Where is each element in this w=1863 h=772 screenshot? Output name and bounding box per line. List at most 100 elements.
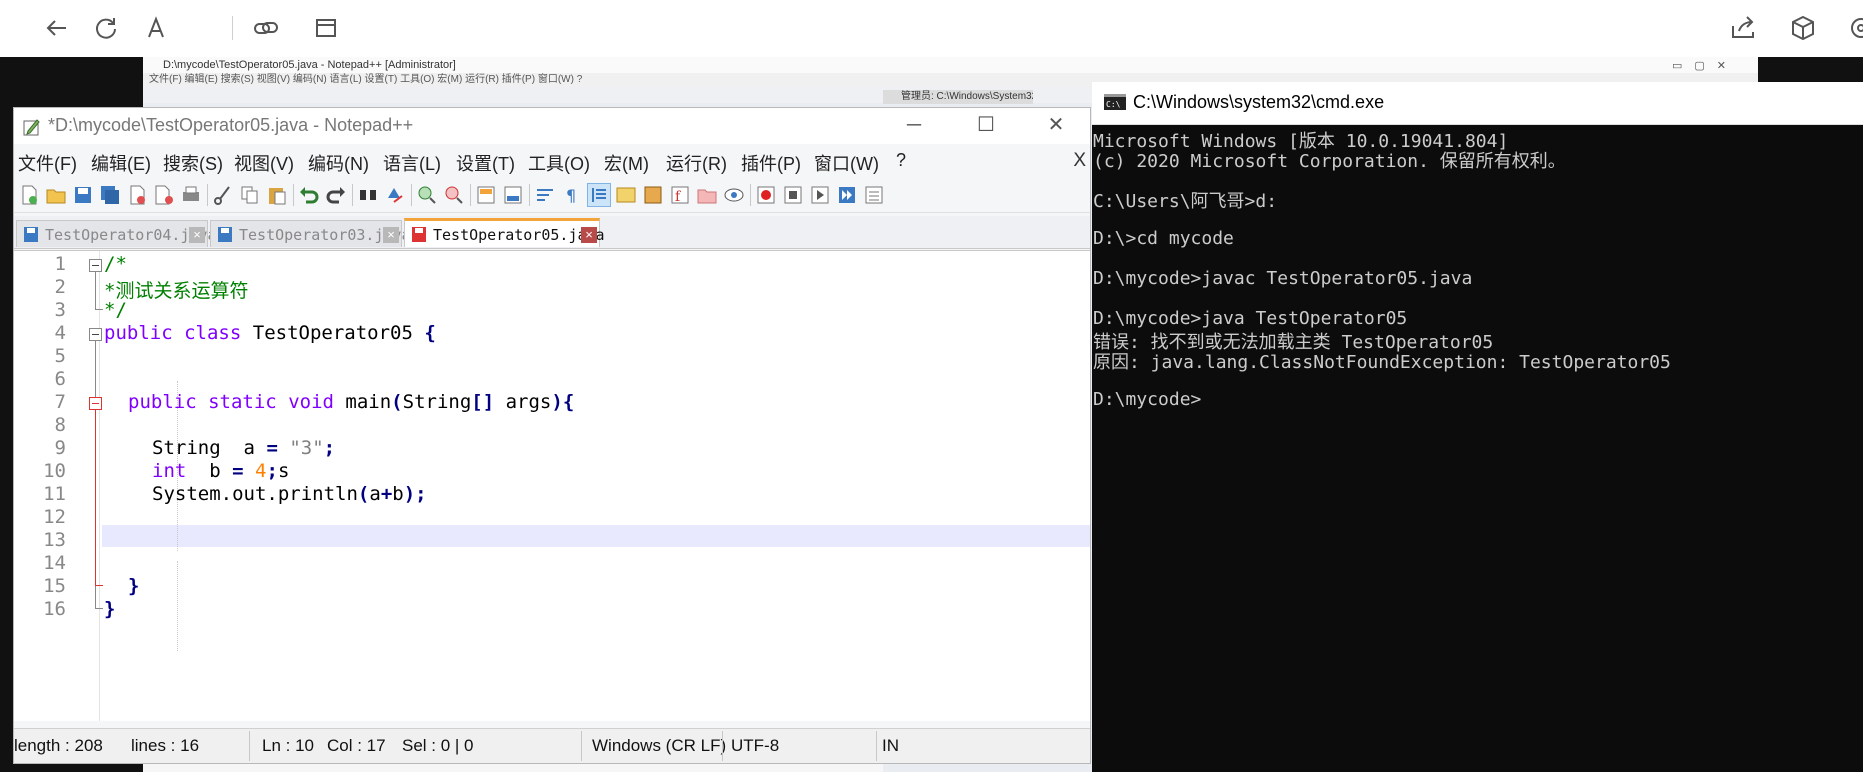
show-all-chars-icon[interactable]: ¶	[561, 184, 583, 206]
user-language-icon[interactable]	[615, 184, 637, 206]
close-file-icon[interactable]	[126, 184, 148, 206]
tab-icon[interactable]	[310, 12, 342, 44]
toolbar-divider	[232, 16, 233, 40]
line-number: 15	[43, 575, 66, 597]
menu-file[interactable]: 文件(F)	[18, 150, 77, 176]
line-number: 10	[43, 460, 66, 482]
replace-icon[interactable]	[384, 184, 406, 206]
identifier-token: a	[369, 483, 381, 505]
close-button[interactable]: ✕	[1036, 112, 1076, 138]
share-icon[interactable]	[1727, 12, 1759, 44]
close-all-icon[interactable]	[153, 184, 175, 206]
word-wrap-icon[interactable]	[534, 184, 556, 206]
status-encoding[interactable]: UTF-8	[731, 736, 779, 756]
monitoring-icon[interactable]	[723, 184, 745, 206]
save-all-icon[interactable]	[99, 184, 121, 206]
record-macro-icon[interactable]	[755, 184, 777, 206]
code-editor[interactable]: 1 2 3 4 5 6 7 8 9 10 11 12 13 14 15 16 /…	[14, 250, 1090, 721]
tab-testoperator05[interactable]: TestOperator05.java ×	[404, 218, 605, 247]
tab-close-icon[interactable]: ×	[383, 227, 399, 243]
paste-icon[interactable]	[266, 184, 288, 206]
link-icon[interactable]	[250, 12, 282, 44]
zoom-in-icon[interactable]	[416, 184, 438, 206]
fold-toggle-icon[interactable]	[89, 259, 102, 272]
fold-end	[95, 608, 103, 609]
indent-guide-icon[interactable]	[587, 183, 611, 207]
new-file-icon[interactable]	[18, 184, 40, 206]
menu-window[interactable]: 窗口(W)	[814, 150, 879, 176]
brace-token: {	[424, 322, 436, 344]
type-token: String	[152, 437, 221, 459]
menu-encoding[interactable]: 编码(N)	[308, 150, 369, 176]
run-macro-multiple-icon[interactable]	[836, 184, 858, 206]
indent-guide	[177, 561, 178, 651]
gutter-border	[99, 251, 100, 721]
back-icon[interactable]	[40, 12, 72, 44]
zoom-out-icon[interactable]	[443, 184, 465, 206]
cube-icon[interactable]	[1787, 12, 1819, 44]
stop-macro-icon[interactable]	[782, 184, 804, 206]
menu-settings[interactable]: 设置(T)	[456, 150, 515, 176]
status-eol[interactable]: Windows (CR LF)	[592, 736, 726, 756]
status-selection: Sel : 0 | 0	[402, 736, 474, 755]
tab-testoperator04[interactable]: TestOperator04.java ×	[16, 220, 217, 247]
copy-icon[interactable]	[239, 184, 261, 206]
current-line-highlight	[102, 525, 1090, 547]
play-macro-icon[interactable]	[809, 184, 831, 206]
menu-macro[interactable]: 宏(M)	[604, 150, 649, 176]
menu-edit[interactable]: 编辑(E)	[91, 150, 151, 176]
sync-horizontal-icon[interactable]	[502, 184, 524, 206]
tab-label: TestOperator05.java	[433, 226, 605, 244]
save-macro-icon[interactable]	[863, 184, 885, 206]
text-icon[interactable]	[140, 12, 172, 44]
tab-close-icon[interactable]: ×	[581, 227, 597, 243]
line-number: 13	[43, 529, 66, 551]
function-list-icon[interactable]: f	[669, 184, 691, 206]
cmd-output-line: (c) 2020 Microsoft Corporation. 保留所有权利。	[1093, 151, 1566, 172]
code-line-4: public class TestOperator05 {	[104, 322, 436, 344]
find-icon[interactable]	[357, 184, 379, 206]
menu-language[interactable]: 语言(L)	[383, 150, 441, 176]
undo-icon[interactable]	[298, 184, 320, 206]
sync-vertical-icon[interactable]	[475, 184, 497, 206]
refresh-icon[interactable]	[90, 12, 122, 44]
line-number: 12	[43, 506, 66, 528]
svg-text:¶: ¶	[566, 186, 576, 205]
document-tabs: TestOperator04.java × TestOperator03.jav…	[14, 216, 1090, 249]
menu-help[interactable]: ?	[896, 150, 906, 171]
status-line-number: Ln : 10	[262, 736, 314, 755]
tab-close-icon[interactable]: ×	[189, 227, 205, 243]
menu-search[interactable]: 搜索(S)	[163, 150, 223, 176]
identifier-token: s	[277, 460, 290, 482]
print-icon[interactable]	[180, 184, 202, 206]
menu-tools[interactable]: 工具(O)	[528, 150, 590, 176]
type-token: int	[152, 460, 187, 482]
menu-run[interactable]: 运行(R)	[666, 150, 727, 176]
type-token: String	[402, 391, 472, 413]
settings-icon[interactable]	[1845, 12, 1863, 44]
brace-token: }	[128, 575, 140, 597]
cut-icon[interactable]	[212, 184, 234, 206]
status-insert-mode[interactable]: IN	[882, 736, 899, 756]
redo-icon[interactable]	[325, 184, 347, 206]
folder-workspace-icon[interactable]	[696, 184, 718, 206]
cmd-output-line: D:\>cd mycode	[1093, 228, 1234, 249]
maximize-button[interactable]: ☐	[966, 112, 1006, 138]
menu-plugins[interactable]: 插件(P)	[741, 150, 801, 176]
open-file-icon[interactable]	[45, 184, 67, 206]
fold-toggle-icon[interactable]	[89, 397, 102, 410]
paren-token: );	[403, 483, 427, 505]
line-number: 3	[54, 299, 66, 321]
save-icon[interactable]	[72, 184, 94, 206]
cmd-prompt-line[interactable]: D:\mycode>	[1093, 389, 1201, 410]
minimize-button[interactable]: ─	[894, 112, 934, 138]
comment-token: /*	[104, 253, 127, 275]
menu-view[interactable]: 视图(V)	[234, 150, 294, 176]
keyword-token: class	[184, 322, 242, 344]
tab-testoperator03[interactable]: TestOperator03.java ×	[210, 220, 411, 247]
document-map-icon[interactable]	[642, 184, 664, 206]
fold-toggle-icon[interactable]	[89, 328, 102, 341]
toolbar-separator	[411, 184, 412, 206]
menu-close-document[interactable]: X	[1073, 150, 1086, 172]
status-bar: length : 208 lines : 16 Ln : 10 Col : 17…	[14, 728, 1090, 763]
